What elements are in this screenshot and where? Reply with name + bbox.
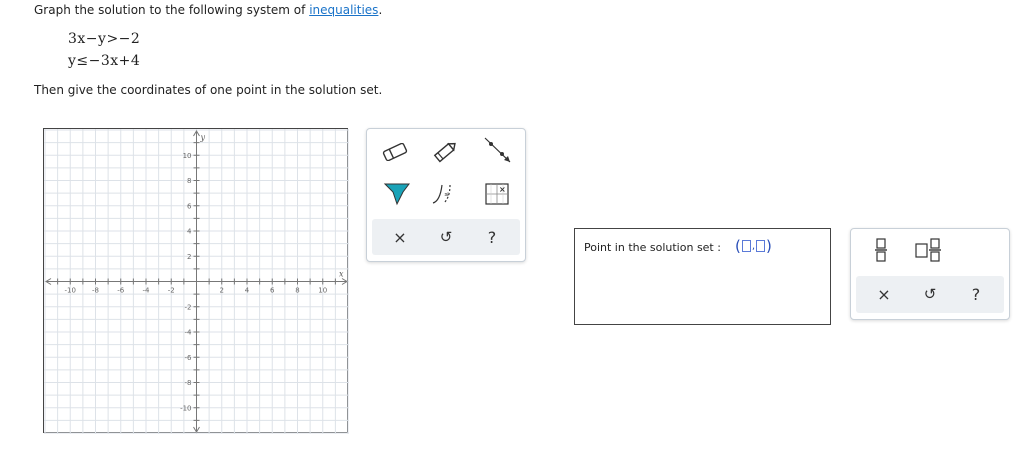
answer-label: Point in the solution set : [584,241,721,254]
x-tick-label: -2 [168,287,175,295]
graph-canvas[interactable]: -10 -8 -6 -4 -2 2 4 6 8 10 10 8 6 4 2 -2 -4 -6 -8 -10 x y [43,128,349,434]
comma-separator: , [751,240,756,252]
undo-button[interactable]: ↺ [910,276,950,312]
math-toolbox: × ↺ ? [850,228,1010,320]
y-tick-label: 2 [187,253,191,261]
y-tick-label: -10 [180,404,191,412]
y-tick-label: 10 [183,152,192,160]
question-prompt: Graph the solution to the following syst… [34,3,382,17]
undo-button[interactable]: ↺ [426,219,466,255]
x-tick-label: -8 [92,287,99,295]
open-paren: ( [735,237,741,255]
x-tick-label: -4 [143,287,151,295]
x-tick-label: 6 [270,287,275,295]
pencil-icon[interactable] [429,139,461,165]
fraction-icon[interactable] [865,237,897,263]
x-tick-label: 2 [220,287,224,295]
x-tick-label: 8 [295,287,299,295]
inequality-2: y≤−3x+4 [68,53,141,69]
x-tick-label: -6 [117,287,125,295]
mixed-number-icon[interactable] [913,237,945,263]
svg-text:×: × [499,185,506,194]
y-tick-label: -8 [185,379,192,387]
y-tick-label: 8 [187,177,191,185]
x-tick-label: 4 [245,287,250,295]
x-coordinate-input[interactable] [741,240,751,252]
clear-button[interactable]: × [380,219,420,255]
coordinate-plane[interactable]: -10 -8 -6 -4 -2 2 4 6 8 10 10 8 6 4 2 -2 -4 -6 -8 -10 x y [44,129,349,434]
instruction-text: Then give the coordinates of one point i… [34,83,383,97]
y-tick-label: 6 [187,202,192,210]
help-button[interactable]: ? [472,219,512,255]
help-button[interactable]: ? [956,276,996,312]
graph-action-bar: × ↺ ? [372,219,520,255]
dashed-curve-icon[interactable]: ≤ [429,181,461,207]
answer-box: Point in the solution set : ( , ) [574,228,831,325]
svg-text:≤: ≤ [444,191,449,198]
x-tick-label: -10 [65,287,76,295]
line-tool-icon[interactable] [481,137,513,163]
y-coordinate-input[interactable] [756,240,766,252]
math-action-bar: × ↺ ? [856,276,1004,313]
eraser-icon[interactable] [379,139,411,165]
prompt-suffix: . [378,3,383,17]
coordinate-input[interactable]: ( , ) [735,237,772,255]
x-axis-label: x [339,270,344,279]
y-tick-label: -2 [185,303,192,311]
graph-toolbox: ≤ × × ↺ ? [366,128,526,262]
y-axis-label: y [200,133,206,142]
y-tick-label: -6 [185,354,193,362]
inequalities-link[interactable]: inequalities [309,3,378,17]
inequality-1: 3x−y>−2 [68,31,141,47]
y-tick-label: 4 [187,228,192,236]
solution-point-icon[interactable]: × [481,181,513,207]
x-tick-label: 10 [318,287,327,295]
y-tick-label: -4 [185,329,193,337]
prompt-text: Graph the solution to the following syst… [34,3,310,17]
clear-button[interactable]: × [864,276,904,312]
close-paren: ) [766,237,772,255]
shade-region-icon[interactable] [381,181,413,207]
